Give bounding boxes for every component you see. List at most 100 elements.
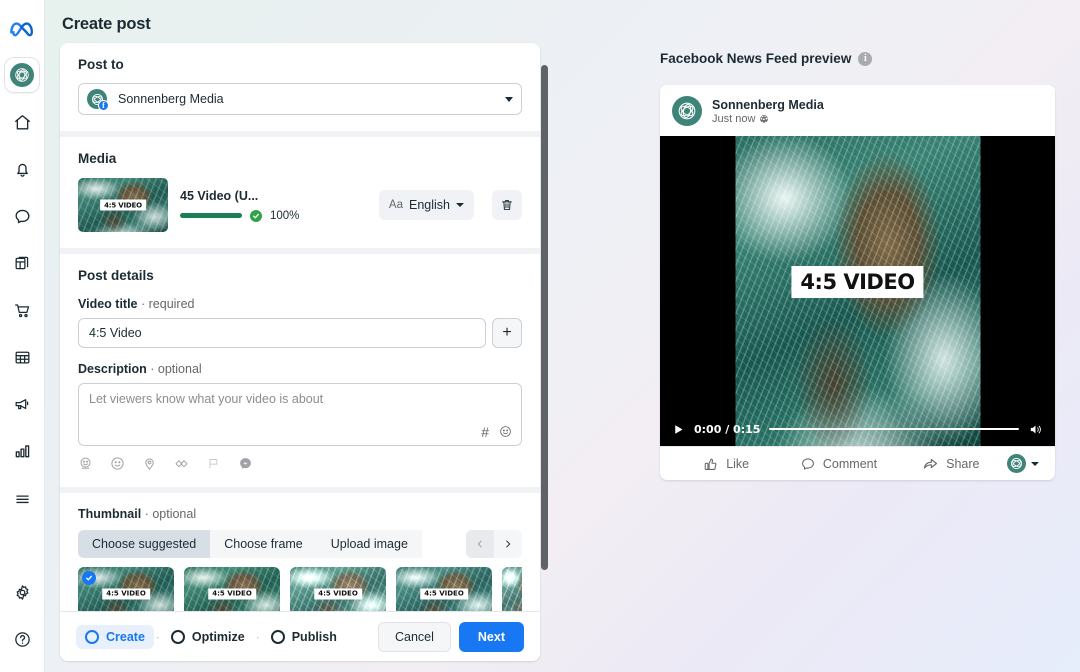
emoji-picker-icon[interactable] — [499, 425, 512, 440]
sidebar-item-pages[interactable] — [5, 246, 39, 280]
next-button[interactable]: Next — [458, 621, 524, 652]
sidebar-item-help[interactable] — [5, 622, 39, 656]
sidebar-item-home[interactable] — [5, 105, 39, 139]
sidebar-item-settings[interactable] — [5, 575, 39, 609]
post-to-title: Post to — [78, 57, 124, 72]
volume-icon[interactable] — [1028, 422, 1043, 437]
sidebar-item-commerce[interactable] — [5, 293, 39, 327]
sidebar-item-all-tools[interactable] — [5, 481, 39, 515]
video-title-label: Video title · required — [78, 297, 522, 311]
tab-choose-suggested[interactable]: Choose suggested — [78, 530, 211, 558]
facebook-preview-card: Sonnenberg Media Just now 4:5 VIDEO 0:00… — [660, 85, 1055, 480]
step-optimize[interactable]: Optimize — [162, 625, 254, 649]
flag-icon[interactable] — [206, 456, 221, 471]
composer-scrollbar[interactable] — [541, 65, 548, 570]
description-label-text: Description — [78, 362, 147, 376]
add-title-language-button[interactable]: + — [492, 318, 522, 348]
cancel-button[interactable]: Cancel — [377, 621, 451, 652]
thumbnail-card[interactable]: 4:5 VIDEO — [396, 567, 492, 611]
feeling-activity-icon[interactable] — [78, 456, 93, 471]
video-progress-track[interactable] — [769, 427, 1019, 431]
post-to-select[interactable]: f Sonnenberg Media — [78, 83, 522, 115]
thumbnail-next-button[interactable] — [494, 530, 522, 558]
language-select[interactable]: Aa English — [378, 190, 474, 220]
comment-button[interactable]: Comment — [782, 456, 894, 472]
video-title-required-text: · required — [141, 297, 195, 311]
like-button[interactable]: Like — [670, 456, 782, 472]
emoji-icon[interactable] — [110, 456, 125, 471]
like-label: Like — [726, 456, 750, 471]
step-create[interactable]: Create — [76, 624, 154, 649]
thumbnail-overlay-label: 4:5 VIDEO — [208, 588, 256, 599]
description-tools: # — [481, 424, 512, 440]
footer-actions: Cancel Next — [377, 621, 524, 652]
preview-page-name: Sonnenberg Media — [712, 97, 824, 112]
language-aa-icon: Aa — [388, 199, 403, 211]
location-icon[interactable] — [142, 456, 157, 471]
info-icon[interactable]: i — [858, 51, 873, 66]
video-title-input[interactable] — [78, 318, 486, 348]
composer-footer: Create · Optimize · Publish Cancel Next — [60, 611, 540, 661]
tag-people-icon[interactable] — [174, 456, 189, 471]
video-title-label-text: Video title — [78, 297, 138, 311]
hashtag-icon[interactable]: # — [481, 424, 489, 440]
thumbnail-label-text: Thumbnail — [78, 507, 142, 521]
description-label: Description · optional — [78, 362, 522, 376]
media-title: Media — [78, 151, 117, 166]
preview-post-meta: Sonnenberg Media Just now — [712, 98, 824, 125]
radio-icon — [170, 629, 185, 644]
preview-header: Facebook News Feed preview i — [660, 51, 873, 66]
left-nav-rail — [0, 0, 45, 672]
thumbnail-card[interactable]: 4:5 VIDEO — [184, 567, 280, 611]
radio-icon — [85, 629, 99, 644]
post-attachment-toolbar — [78, 456, 522, 471]
media-progress-row: 100% — [180, 209, 367, 222]
chevron-down-icon — [1030, 461, 1039, 466]
video-title-row: + — [78, 318, 522, 348]
step-separator: · — [155, 629, 160, 644]
description-placeholder: Let viewers know what your video is abou… — [89, 392, 324, 406]
language-value: English — [409, 198, 450, 212]
tab-choose-frame[interactable]: Choose frame — [210, 530, 317, 558]
media-row: 4:5 VIDEO 45 Video (U... 100% Aa English — [78, 178, 522, 232]
composer-scroll-area: Post to f Sonnenberg Media Media 4:5 VID… — [60, 43, 540, 611]
step-publish[interactable]: Publish — [262, 625, 346, 649]
globe-icon — [760, 114, 769, 123]
preview-timestamp: Just now — [712, 113, 824, 125]
share-icon — [924, 458, 938, 469]
sidebar-item-insights[interactable] — [5, 434, 39, 468]
brand-avatar-icon — [10, 63, 34, 87]
chevron-down-icon[interactable] — [505, 96, 513, 102]
step-separator: · — [255, 629, 260, 644]
message-icon[interactable] — [238, 456, 253, 471]
thumbnail-card[interactable] — [502, 567, 522, 611]
thumbnail-card[interactable]: 4:5 VIDEO — [78, 567, 174, 611]
sidebar-item-brand-avatar[interactable] — [5, 58, 39, 92]
media-thumbnail[interactable]: 4:5 VIDEO — [78, 178, 168, 232]
page-title: Create post — [62, 15, 151, 33]
delete-media-button[interactable] — [492, 190, 522, 220]
meta-logo-icon[interactable] — [5, 12, 39, 46]
preview-actions-bar: Like Comment Share — [660, 446, 1055, 480]
preview-page-avatar — [672, 96, 702, 126]
thumbnail-card[interactable]: 4:5 VIDEO — [290, 567, 386, 611]
sidebar-item-ads[interactable] — [5, 387, 39, 421]
preview-video-player[interactable]: 4:5 VIDEO 0:00 / 0:15 — [660, 136, 1055, 446]
comment-label: Comment — [822, 456, 878, 471]
preview-identity-avatar — [1006, 454, 1026, 473]
description-optional-text: · optional — [150, 362, 202, 376]
sidebar-item-planner[interactable] — [5, 340, 39, 374]
post-to-value: Sonnenberg Media — [118, 92, 224, 106]
sidebar-item-notifications[interactable] — [5, 152, 39, 186]
tab-upload-image[interactable]: Upload image — [316, 530, 422, 558]
description-input[interactable]: Let viewers know what your video is abou… — [78, 383, 522, 446]
preview-video-overlay-label: 4:5 VIDEO — [791, 265, 924, 298]
thumbnail-strip[interactable]: 4:5 VIDEO 4:5 VIDEO 4:5 VIDEO 4:5 VIDEO — [78, 567, 522, 611]
thumbnail-prev-button[interactable] — [466, 530, 494, 558]
preview-identity-switcher[interactable] — [1006, 454, 1045, 473]
play-button[interactable] — [672, 423, 685, 436]
share-button[interactable]: Share — [895, 455, 1007, 472]
post-details-section: Post details Video title · required + De… — [60, 248, 540, 487]
sidebar-item-messages[interactable] — [5, 199, 39, 233]
facebook-badge-icon: f — [98, 100, 109, 111]
